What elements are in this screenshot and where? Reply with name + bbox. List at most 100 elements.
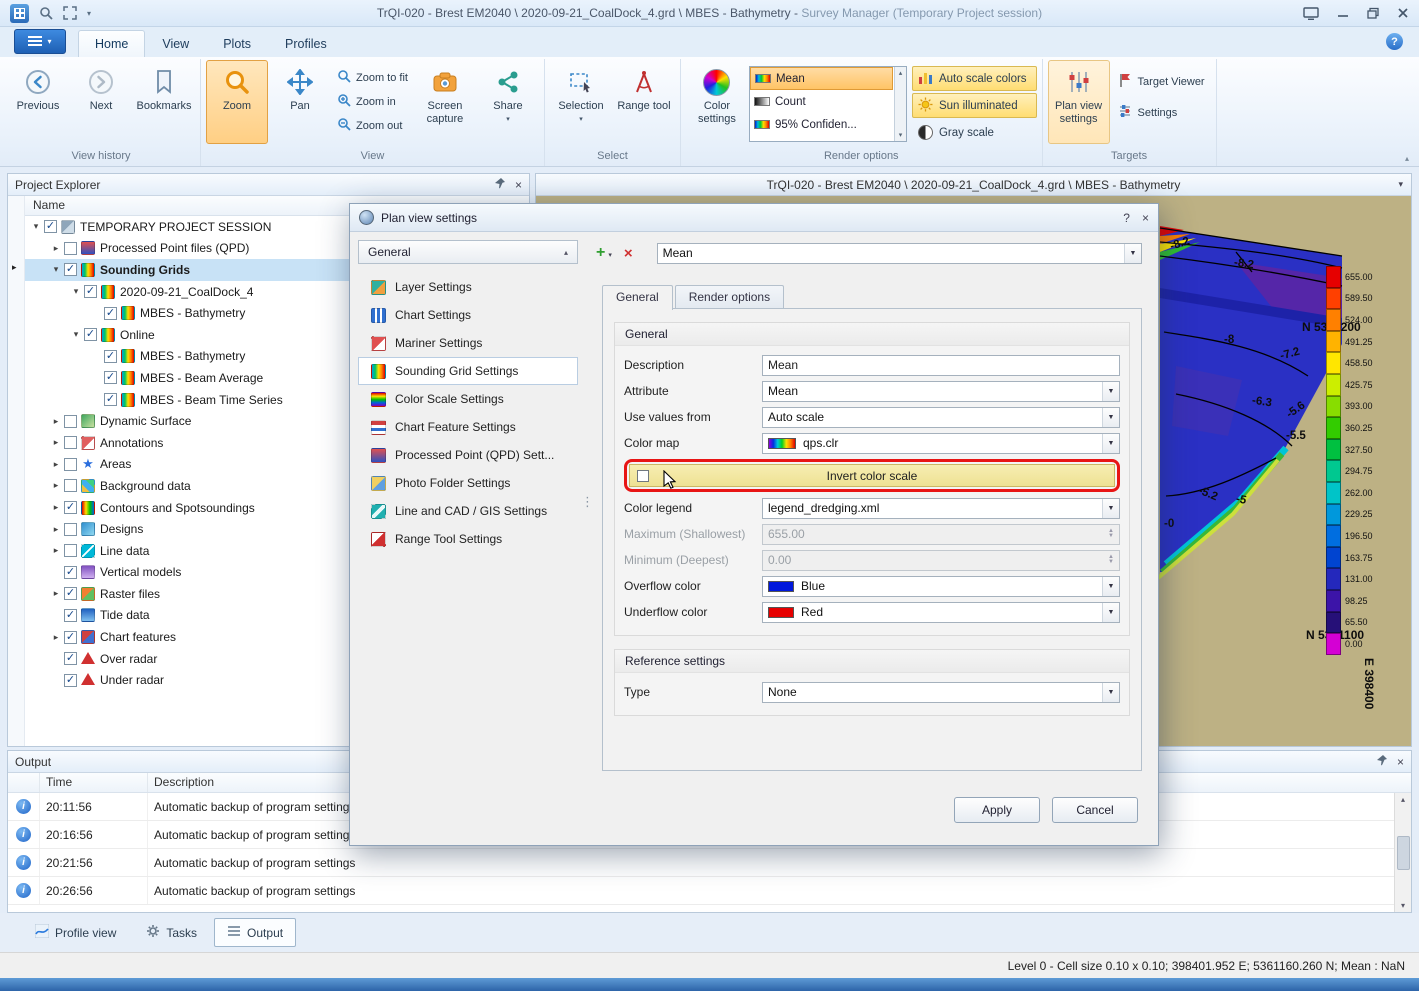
plan-view-settings-button[interactable]: Plan view settings: [1048, 60, 1110, 144]
reference-type-combo[interactable]: None▼: [762, 682, 1120, 703]
use-values-from-combo[interactable]: Auto scale▼: [762, 407, 1120, 428]
scroll-down-icon[interactable]: ▾: [899, 131, 903, 139]
sidebar-item-color-scale-settings[interactable]: Color Scale Settings: [358, 385, 578, 413]
checkbox[interactable]: ✓: [64, 674, 77, 687]
add-attribute-button[interactable]: +▾: [596, 245, 612, 261]
checkbox[interactable]: ✓: [64, 652, 77, 665]
help-icon[interactable]: ?: [1386, 33, 1403, 50]
expander-icon[interactable]: ▸: [49, 437, 63, 448]
checkbox[interactable]: [64, 458, 77, 471]
checkbox[interactable]: [64, 436, 77, 449]
checkbox[interactable]: ✓: [84, 285, 97, 298]
checkbox[interactable]: [64, 479, 77, 492]
checkbox[interactable]: ✓: [64, 631, 77, 644]
output-scrollbar[interactable]: ▴▾: [1394, 793, 1411, 912]
target-viewer-button[interactable]: Target Viewer: [1117, 72, 1205, 91]
checkbox[interactable]: ✓: [64, 263, 77, 276]
collapse-ribbon-icon[interactable]: ▴: [1405, 154, 1409, 163]
tab-tasks[interactable]: Tasks: [133, 918, 210, 947]
attribute-combo[interactable]: Mean▼: [762, 381, 1120, 402]
zoom-out-button[interactable]: Zoom out: [337, 117, 408, 134]
dialog-titlebar[interactable]: Plan view settings ? ×: [350, 204, 1158, 232]
expander-icon[interactable]: ▸: [49, 459, 63, 470]
minimize-button[interactable]: [1337, 7, 1349, 19]
checkbox[interactable]: ✓: [64, 587, 77, 600]
zoom-to-fit-button[interactable]: Zoom to fit: [337, 69, 408, 86]
output-row[interactable]: 20:21:56Automatic backup of program sett…: [8, 849, 1411, 877]
scrollbar-thumb[interactable]: [1397, 836, 1410, 870]
output-row[interactable]: 20:26:56Automatic backup of program sett…: [8, 877, 1411, 905]
tab-plots[interactable]: Plots: [206, 30, 268, 57]
expander-icon[interactable]: ▸: [49, 545, 63, 556]
selection-button[interactable]: Selection ▾: [550, 60, 612, 144]
sidebar-item-mariner-settings[interactable]: Mariner Settings: [358, 329, 578, 357]
checkbox[interactable]: ✓: [104, 371, 117, 384]
sidebar-item-sounding-grid-settings[interactable]: Sounding Grid Settings: [358, 357, 578, 385]
quick-fit-icon[interactable]: [63, 6, 77, 20]
application-menu-button[interactable]: ▾: [14, 29, 66, 54]
zoom-button[interactable]: Zoom: [206, 60, 268, 144]
previous-button[interactable]: Previous: [7, 60, 69, 144]
attribute-select[interactable]: Mean ▼: [657, 243, 1142, 264]
color-settings-button[interactable]: Color settings: [686, 60, 748, 144]
range-tool-button[interactable]: Range tool: [613, 60, 675, 144]
expander-icon[interactable]: ▸: [49, 524, 63, 535]
maximize-button[interactable]: [1367, 7, 1379, 19]
apply-button[interactable]: Apply: [954, 797, 1040, 823]
sidebar-item-chart-feature-settings[interactable]: Chart Feature Settings: [358, 413, 578, 441]
dialog-help-icon[interactable]: ?: [1123, 211, 1130, 225]
bookmarks-button[interactable]: Bookmarks: [133, 60, 195, 144]
sidebar-item-photo-folder-settings[interactable]: Photo Folder Settings: [358, 469, 578, 497]
checkbox[interactable]: ✓: [84, 328, 97, 341]
checkbox[interactable]: ✓: [104, 393, 117, 406]
quick-access-dropdown-icon[interactable]: ▾: [87, 9, 91, 18]
gray-scale-button[interactable]: Gray scale: [912, 120, 1037, 145]
checkbox[interactable]: [64, 523, 77, 536]
checkbox[interactable]: ✓: [64, 501, 77, 514]
tab-view[interactable]: View: [145, 30, 206, 57]
close-panel-icon[interactable]: ×: [515, 179, 522, 191]
checkbox[interactable]: ✓: [104, 350, 117, 363]
auto-scale-colors-button[interactable]: Auto scale colors: [912, 66, 1037, 91]
expander-icon[interactable]: ▸: [49, 243, 63, 254]
attribute-item-confidence[interactable]: 95% Confiden...: [750, 113, 893, 136]
pin-icon[interactable]: [1376, 754, 1388, 769]
sidebar-item-layer-settings[interactable]: Layer Settings: [358, 273, 578, 301]
close-panel-icon[interactable]: ×: [1397, 756, 1404, 768]
screen-capture-button[interactable]: Screen capture: [414, 60, 476, 144]
checkbox[interactable]: ✓: [104, 307, 117, 320]
attribute-item-count[interactable]: Count: [750, 90, 893, 113]
scroll-down-icon[interactable]: ▾: [1401, 901, 1405, 910]
expander-icon[interactable]: ▸: [49, 416, 63, 427]
splitter-handle[interactable]: ⋮: [581, 494, 594, 510]
expander-icon[interactable]: ▸: [49, 588, 63, 599]
spinner-arrows-icon[interactable]: ▲▼: [1108, 555, 1114, 565]
color-legend-combo[interactable]: legend_dredging.xml▼: [762, 498, 1120, 519]
checkbox[interactable]: ✓: [64, 566, 77, 579]
checkbox[interactable]: [64, 415, 77, 428]
invert-color-scale-row[interactable]: Invert color scale: [629, 464, 1115, 487]
checkbox[interactable]: [64, 242, 77, 255]
expander-icon[interactable]: ▾: [49, 264, 63, 275]
tab-output[interactable]: Output: [214, 918, 296, 947]
dialog-close-icon[interactable]: ×: [1142, 212, 1149, 224]
tab-render-options[interactable]: Render options: [675, 285, 784, 309]
expander-icon[interactable]: ▾: [69, 286, 83, 297]
zoom-in-button[interactable]: Zoom in: [337, 93, 408, 110]
cancel-button[interactable]: Cancel: [1052, 797, 1138, 823]
time-column-header[interactable]: Time: [40, 773, 148, 792]
attribute-list-scrollbar[interactable]: ▴▾: [894, 67, 906, 141]
tab-general[interactable]: General: [602, 285, 673, 310]
description-input[interactable]: Mean: [762, 355, 1120, 376]
scroll-up-icon[interactable]: ▴: [899, 69, 903, 77]
minimum-spinner[interactable]: 0.00▲▼: [762, 550, 1120, 571]
delete-attribute-button[interactable]: ×: [624, 246, 633, 261]
sidebar-item-processed-point-settings[interactable]: Processed Point (QPD) Sett...: [358, 441, 578, 469]
expander-icon[interactable]: ▸: [49, 480, 63, 491]
sidebar-category-general[interactable]: General ▴: [358, 240, 578, 264]
sidebar-item-line-cad-gis-settings[interactable]: Line and CAD / GIS Settings: [358, 497, 578, 525]
checkbox[interactable]: ✓: [44, 220, 57, 233]
sidebar-item-range-tool-settings[interactable]: Range Tool Settings: [358, 525, 578, 553]
app-icon[interactable]: [10, 4, 29, 23]
sidebar-item-chart-settings[interactable]: Chart Settings: [358, 301, 578, 329]
